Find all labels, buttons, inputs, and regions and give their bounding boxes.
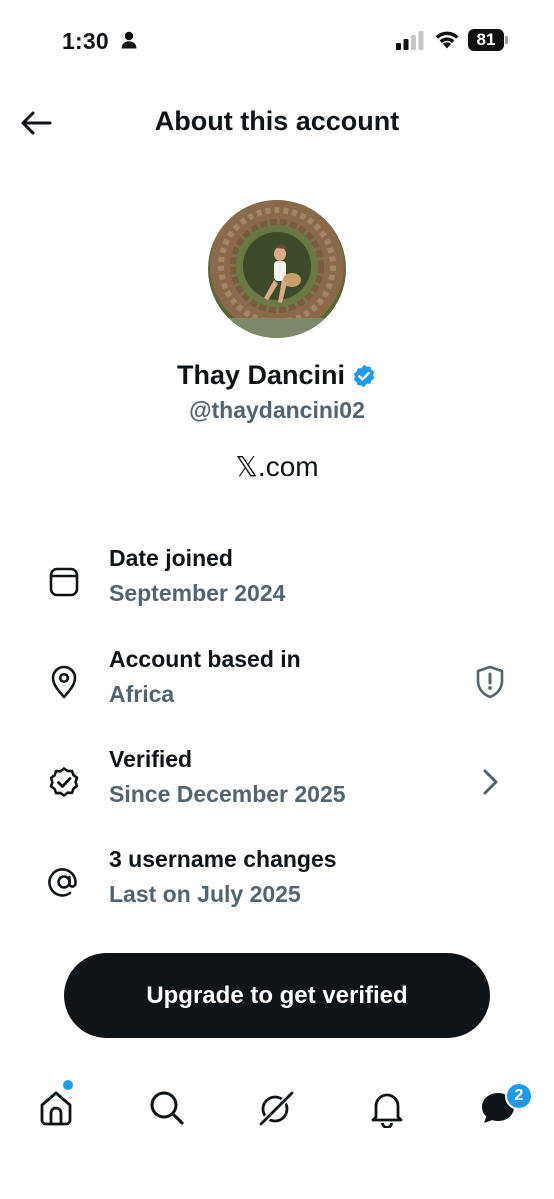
- shield-alert-icon[interactable]: [468, 660, 512, 704]
- profile-name-row: Thay Dancini: [0, 360, 554, 391]
- chevron-right-icon[interactable]: [468, 760, 512, 804]
- tab-bar: 2: [0, 1070, 554, 1150]
- info-row-username-changes: 3 username changes Last on July 2025: [0, 846, 554, 926]
- search-icon: [150, 1091, 184, 1125]
- tab-grok[interactable]: [252, 1084, 300, 1132]
- bell-icon: [371, 1093, 403, 1128]
- info-subtitle: Last on July 2025: [109, 881, 301, 907]
- info-subtitle: September 2024: [109, 580, 286, 606]
- upgrade-button[interactable]: Upgrade to get verified: [64, 953, 490, 1038]
- profile-handle[interactable]: @thaydancini02: [0, 397, 554, 424]
- profile-site[interactable]: 𝕏.com: [0, 450, 554, 483]
- info-row-date-joined: Date joined September 2024: [0, 545, 554, 625]
- person-icon: [121, 31, 137, 54]
- calendar-icon: [44, 561, 84, 601]
- wifi-icon: [434, 29, 460, 54]
- profile-name: Thay Dancini: [176, 360, 346, 390]
- grok-icon: [257, 1089, 296, 1128]
- info-row-account-based: Account based in Africa: [0, 646, 554, 726]
- info-subtitle: Africa: [109, 681, 175, 707]
- info-title: Verified: [109, 746, 193, 772]
- battery-icon: 81: [468, 29, 508, 51]
- at-sign-icon: [44, 862, 84, 902]
- info-title: 3 username changes: [109, 846, 337, 872]
- verified-check-icon: [353, 364, 375, 387]
- messages-badge: 2: [505, 1082, 533, 1110]
- avatar[interactable]: [208, 200, 346, 338]
- verified-badge-icon: [44, 762, 84, 802]
- tab-search[interactable]: [143, 1084, 191, 1132]
- info-title: Account based in: [109, 646, 301, 672]
- status-time: 1:30: [62, 28, 109, 54]
- status-bar: 1:30 81: [0, 0, 554, 84]
- battery-level: 81: [476, 30, 496, 49]
- home-notification-dot: [63, 1080, 73, 1090]
- info-title: Date joined: [109, 545, 233, 571]
- info-subtitle: Since December 2025: [109, 781, 346, 807]
- tab-notifications[interactable]: [363, 1084, 411, 1132]
- page-title: About this account: [154, 106, 400, 136]
- info-row-verified[interactable]: Verified Since December 2025: [0, 746, 554, 826]
- signal-icon: [396, 30, 424, 55]
- home-icon: [40, 1091, 72, 1126]
- location-pin-icon: [44, 662, 84, 702]
- tab-home[interactable]: [32, 1084, 80, 1132]
- header: About this account: [0, 95, 554, 151]
